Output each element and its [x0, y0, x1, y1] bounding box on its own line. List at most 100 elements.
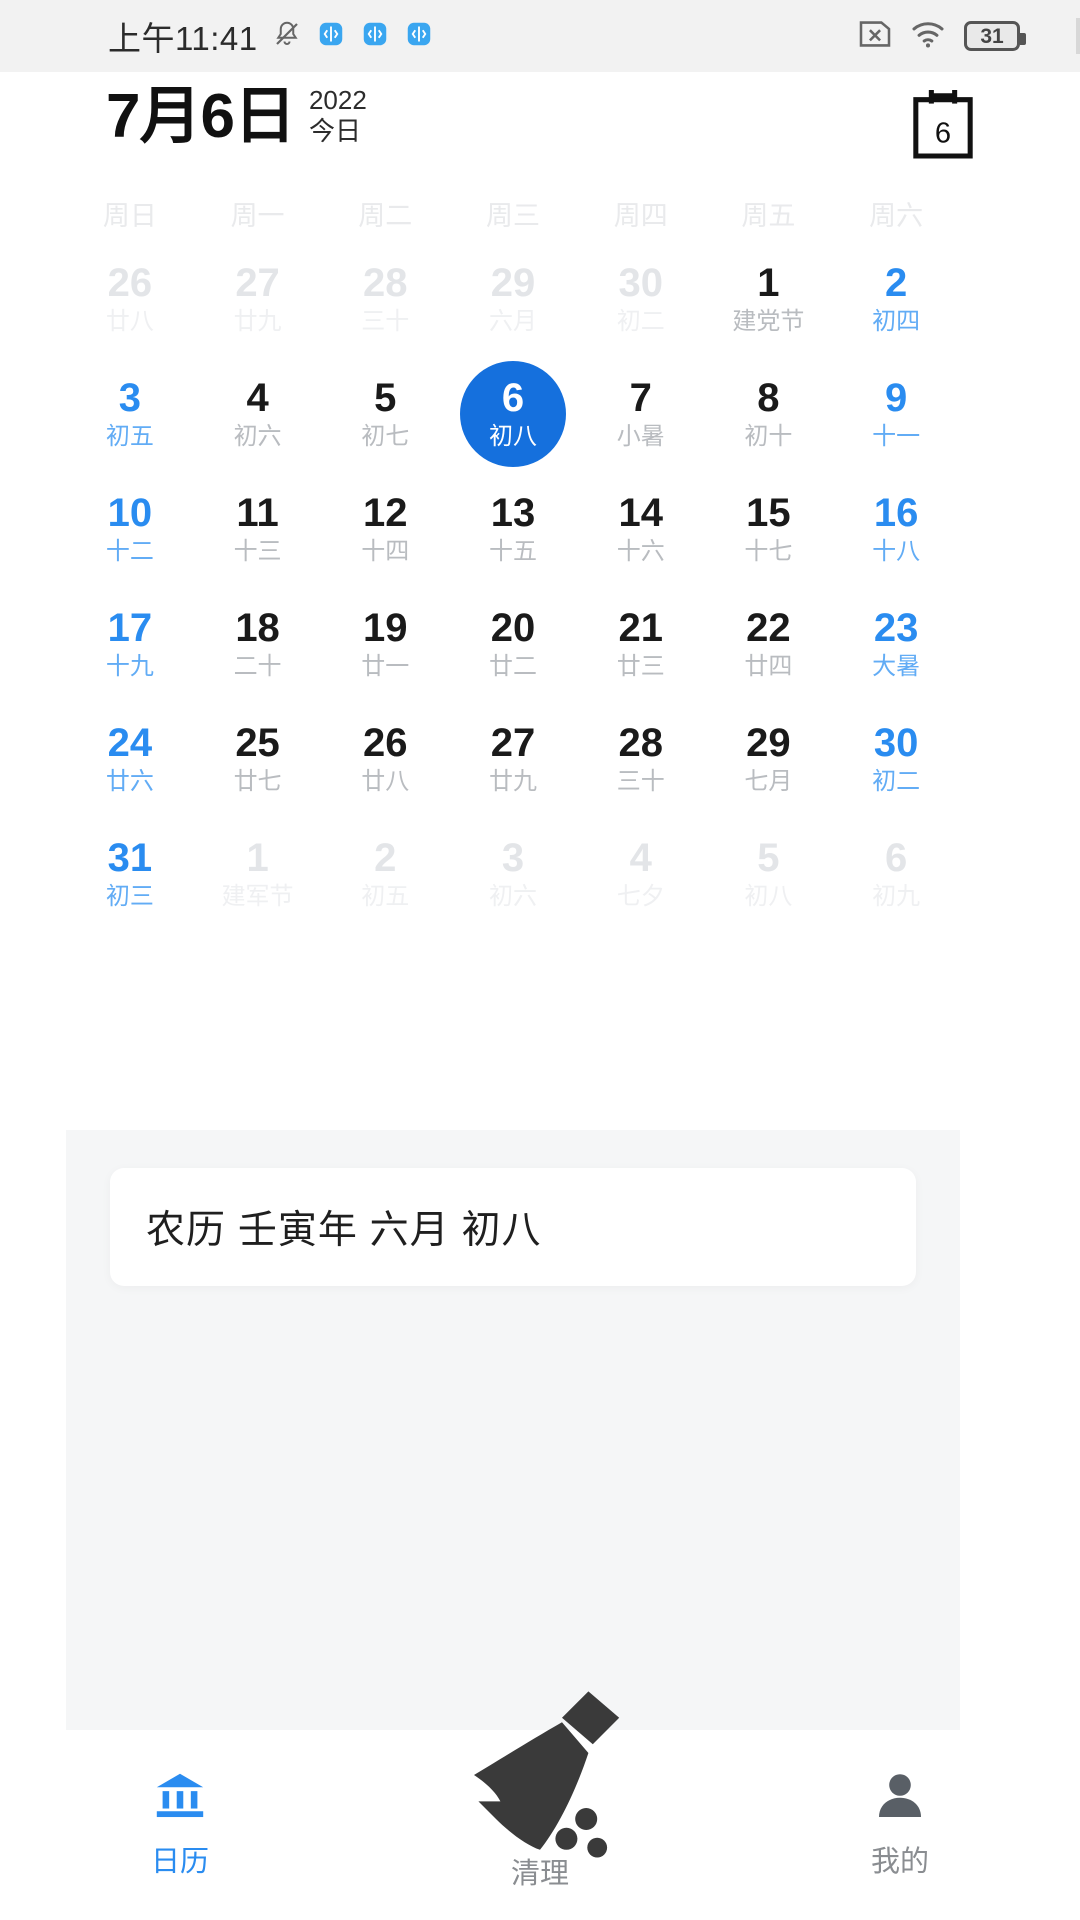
calendar-day-cell[interactable]: 25 廿七	[194, 701, 322, 816]
calendar-day-cell[interactable]: 10 十二	[66, 471, 194, 586]
calendar-day-cell[interactable]: 31 初三	[66, 816, 194, 931]
day-number: 29	[746, 721, 791, 765]
calendar-day-cell[interactable]: 30 初二	[577, 241, 705, 356]
calendar-day-cell[interactable]: 15 十七	[705, 471, 833, 586]
calendar-day-cell[interactable]: 13 十五	[449, 471, 577, 586]
sim-card-blue-icon	[316, 19, 346, 54]
calendar-day-cell[interactable]: 2 初四	[832, 241, 960, 356]
day-lunar-label: 初六	[488, 883, 537, 910]
day-number: 16	[873, 491, 919, 535]
tab-profile-label: 我的	[870, 1846, 929, 1878]
weekday-header-row: 周日 周一 周二 周三 周四 周五 周六	[66, 185, 960, 241]
weekday-label: 周一	[230, 200, 285, 231]
calendar-day-cell[interactable]: 3 初五	[66, 356, 194, 471]
day-lunar-label: 廿八	[361, 768, 410, 795]
calendar-day-cell[interactable]: 28 三十	[577, 701, 705, 816]
day-lunar-label: 二十	[233, 653, 282, 680]
status-bar-clock: 上午11:41	[108, 20, 258, 57]
mute-bell-icon	[272, 19, 302, 54]
day-lunar-label: 三十	[616, 768, 665, 795]
day-number: 20	[490, 606, 536, 650]
tab-calendar[interactable]: 日历	[0, 1730, 360, 1920]
calendar-day-cell[interactable]: 11 十三	[194, 471, 322, 586]
calendar-day-cell-selected[interactable]: 6 初八	[449, 356, 577, 471]
calendar-day-cell[interactable]: 4 七夕	[577, 816, 705, 931]
calendar-day-cell[interactable]: 26 廿八	[66, 241, 194, 356]
lunar-date-card[interactable]: 农历 壬寅年 六月 初八	[110, 1168, 916, 1286]
tab-clean[interactable]: 清理	[360, 1691, 720, 1920]
day-number: 27	[490, 721, 536, 765]
calendar-day-cell[interactable]: 4 初六	[194, 356, 322, 471]
battery-level-label: 31	[980, 24, 1004, 48]
day-number: 25	[235, 721, 280, 765]
calendar-day-cell[interactable]: 17 十九	[66, 586, 194, 701]
status-bar-left: 上午11:41	[108, 12, 434, 60]
calendar-day-cell[interactable]: 20 廿二	[449, 586, 577, 701]
calendar-day-cell[interactable]: 21 廿三	[577, 586, 705, 701]
day-lunar-label: 十八	[872, 538, 921, 565]
calendar-day-cell[interactable]: 18 二十	[194, 586, 322, 701]
lunar-date-text: 农历 壬寅年 六月 初八	[146, 1209, 542, 1252]
day-number: 2	[374, 836, 397, 880]
tab-calendar-label: 日历	[150, 1846, 209, 1878]
bottom-navigation-bar: 日历 清理 我的	[0, 1691, 1080, 1920]
calendar-day-cell[interactable]: 14 十六	[577, 471, 705, 586]
day-number: 5	[757, 836, 780, 880]
calendar-day-cell[interactable]: 26 廿八	[321, 701, 449, 816]
weekday-label: 周二	[358, 200, 413, 231]
day-lunar-label: 初五	[361, 883, 410, 910]
calendar-day-cell[interactable]: 16 十八	[832, 471, 960, 586]
day-lunar-label: 建军节	[221, 883, 294, 910]
day-number: 7	[629, 376, 652, 420]
day-lunar-label: 十二	[105, 538, 154, 565]
day-number: 22	[746, 606, 791, 650]
today-calendar-icon-day: 6	[935, 117, 951, 149]
person-icon	[872, 1764, 928, 1826]
calendar-day-cell[interactable]: 30 初二	[832, 701, 960, 816]
day-lunar-label: 建党节	[732, 308, 805, 335]
calendar-day-cell[interactable]: 5 初八	[705, 816, 833, 931]
day-lunar-label: 三十	[361, 308, 410, 335]
sim-x-icon	[858, 20, 892, 53]
calendar-day-cell[interactable]: 24 廿六	[66, 701, 194, 816]
calendar-day-cell[interactable]: 5 初七	[321, 356, 449, 471]
day-lunar-label: 廿二	[488, 653, 537, 680]
calendar-day-cell[interactable]: 29 七月	[705, 701, 833, 816]
calendar-day-cell[interactable]: 27 廿九	[194, 241, 322, 356]
calendar-day-cell[interactable]: 1 建军节	[194, 816, 322, 931]
day-number: 5	[374, 376, 397, 420]
day-number: 2	[885, 261, 908, 305]
calendar-day-cell[interactable]: 6 初九	[832, 816, 960, 931]
day-number: 9	[885, 376, 908, 420]
wifi-icon	[910, 20, 946, 53]
calendar-day-cell[interactable]: 19 廿一	[321, 586, 449, 701]
day-number: 13	[490, 491, 536, 535]
calendar-day-cell[interactable]: 29 六月	[449, 241, 577, 356]
day-number: 26	[107, 261, 153, 305]
tab-profile[interactable]: 我的	[720, 1730, 1080, 1920]
calendar-day-cell[interactable]: 7 小暑	[577, 356, 705, 471]
calendar-app-screen: 上午11:41 31 7月6日 2022 今日 6 周日 周一 周二 周三 周四…	[0, 0, 1080, 1920]
calendar-day-cell[interactable]: 22 廿四	[705, 586, 833, 701]
calendar-day-cell[interactable]: 2 初五	[321, 816, 449, 931]
calendar-day-cell[interactable]: 3 初六	[449, 816, 577, 931]
calendar-day-cell[interactable]: 9 十一	[832, 356, 960, 471]
calendar-day-cell[interactable]: 27 廿九	[449, 701, 577, 816]
day-number: 6	[885, 836, 908, 880]
day-lunar-label: 初二	[872, 768, 921, 795]
calendar-day-cell[interactable]: 23 大暑	[832, 586, 960, 701]
calendar-day-cell[interactable]: 28 三十	[321, 241, 449, 356]
day-lunar-label: 十一	[872, 423, 921, 450]
calendar-day-grid: 26 廿八 27 廿九 28 三十 29 六月 30 初二 1 建党节 2 初四 3 初五 4 初六 5 初七 6 初八 7…	[66, 241, 960, 931]
day-lunar-label: 廿七	[233, 768, 282, 795]
calendar-day-cell[interactable]: 8 初十	[705, 356, 833, 471]
calendar-day-cell[interactable]: 12 十四	[321, 471, 449, 586]
today-calendar-icon[interactable]: 6	[910, 86, 976, 160]
status-bar-right: 31	[858, 20, 1026, 53]
day-number: 1	[246, 836, 269, 880]
page-title: 7月6日	[106, 82, 296, 151]
calendar-day-cell[interactable]: 1 建党节	[705, 241, 833, 356]
app-header: 7月6日 2022 今日 6	[0, 72, 1080, 180]
broom-icon	[425, 1660, 655, 1890]
day-number: 8	[757, 376, 780, 420]
